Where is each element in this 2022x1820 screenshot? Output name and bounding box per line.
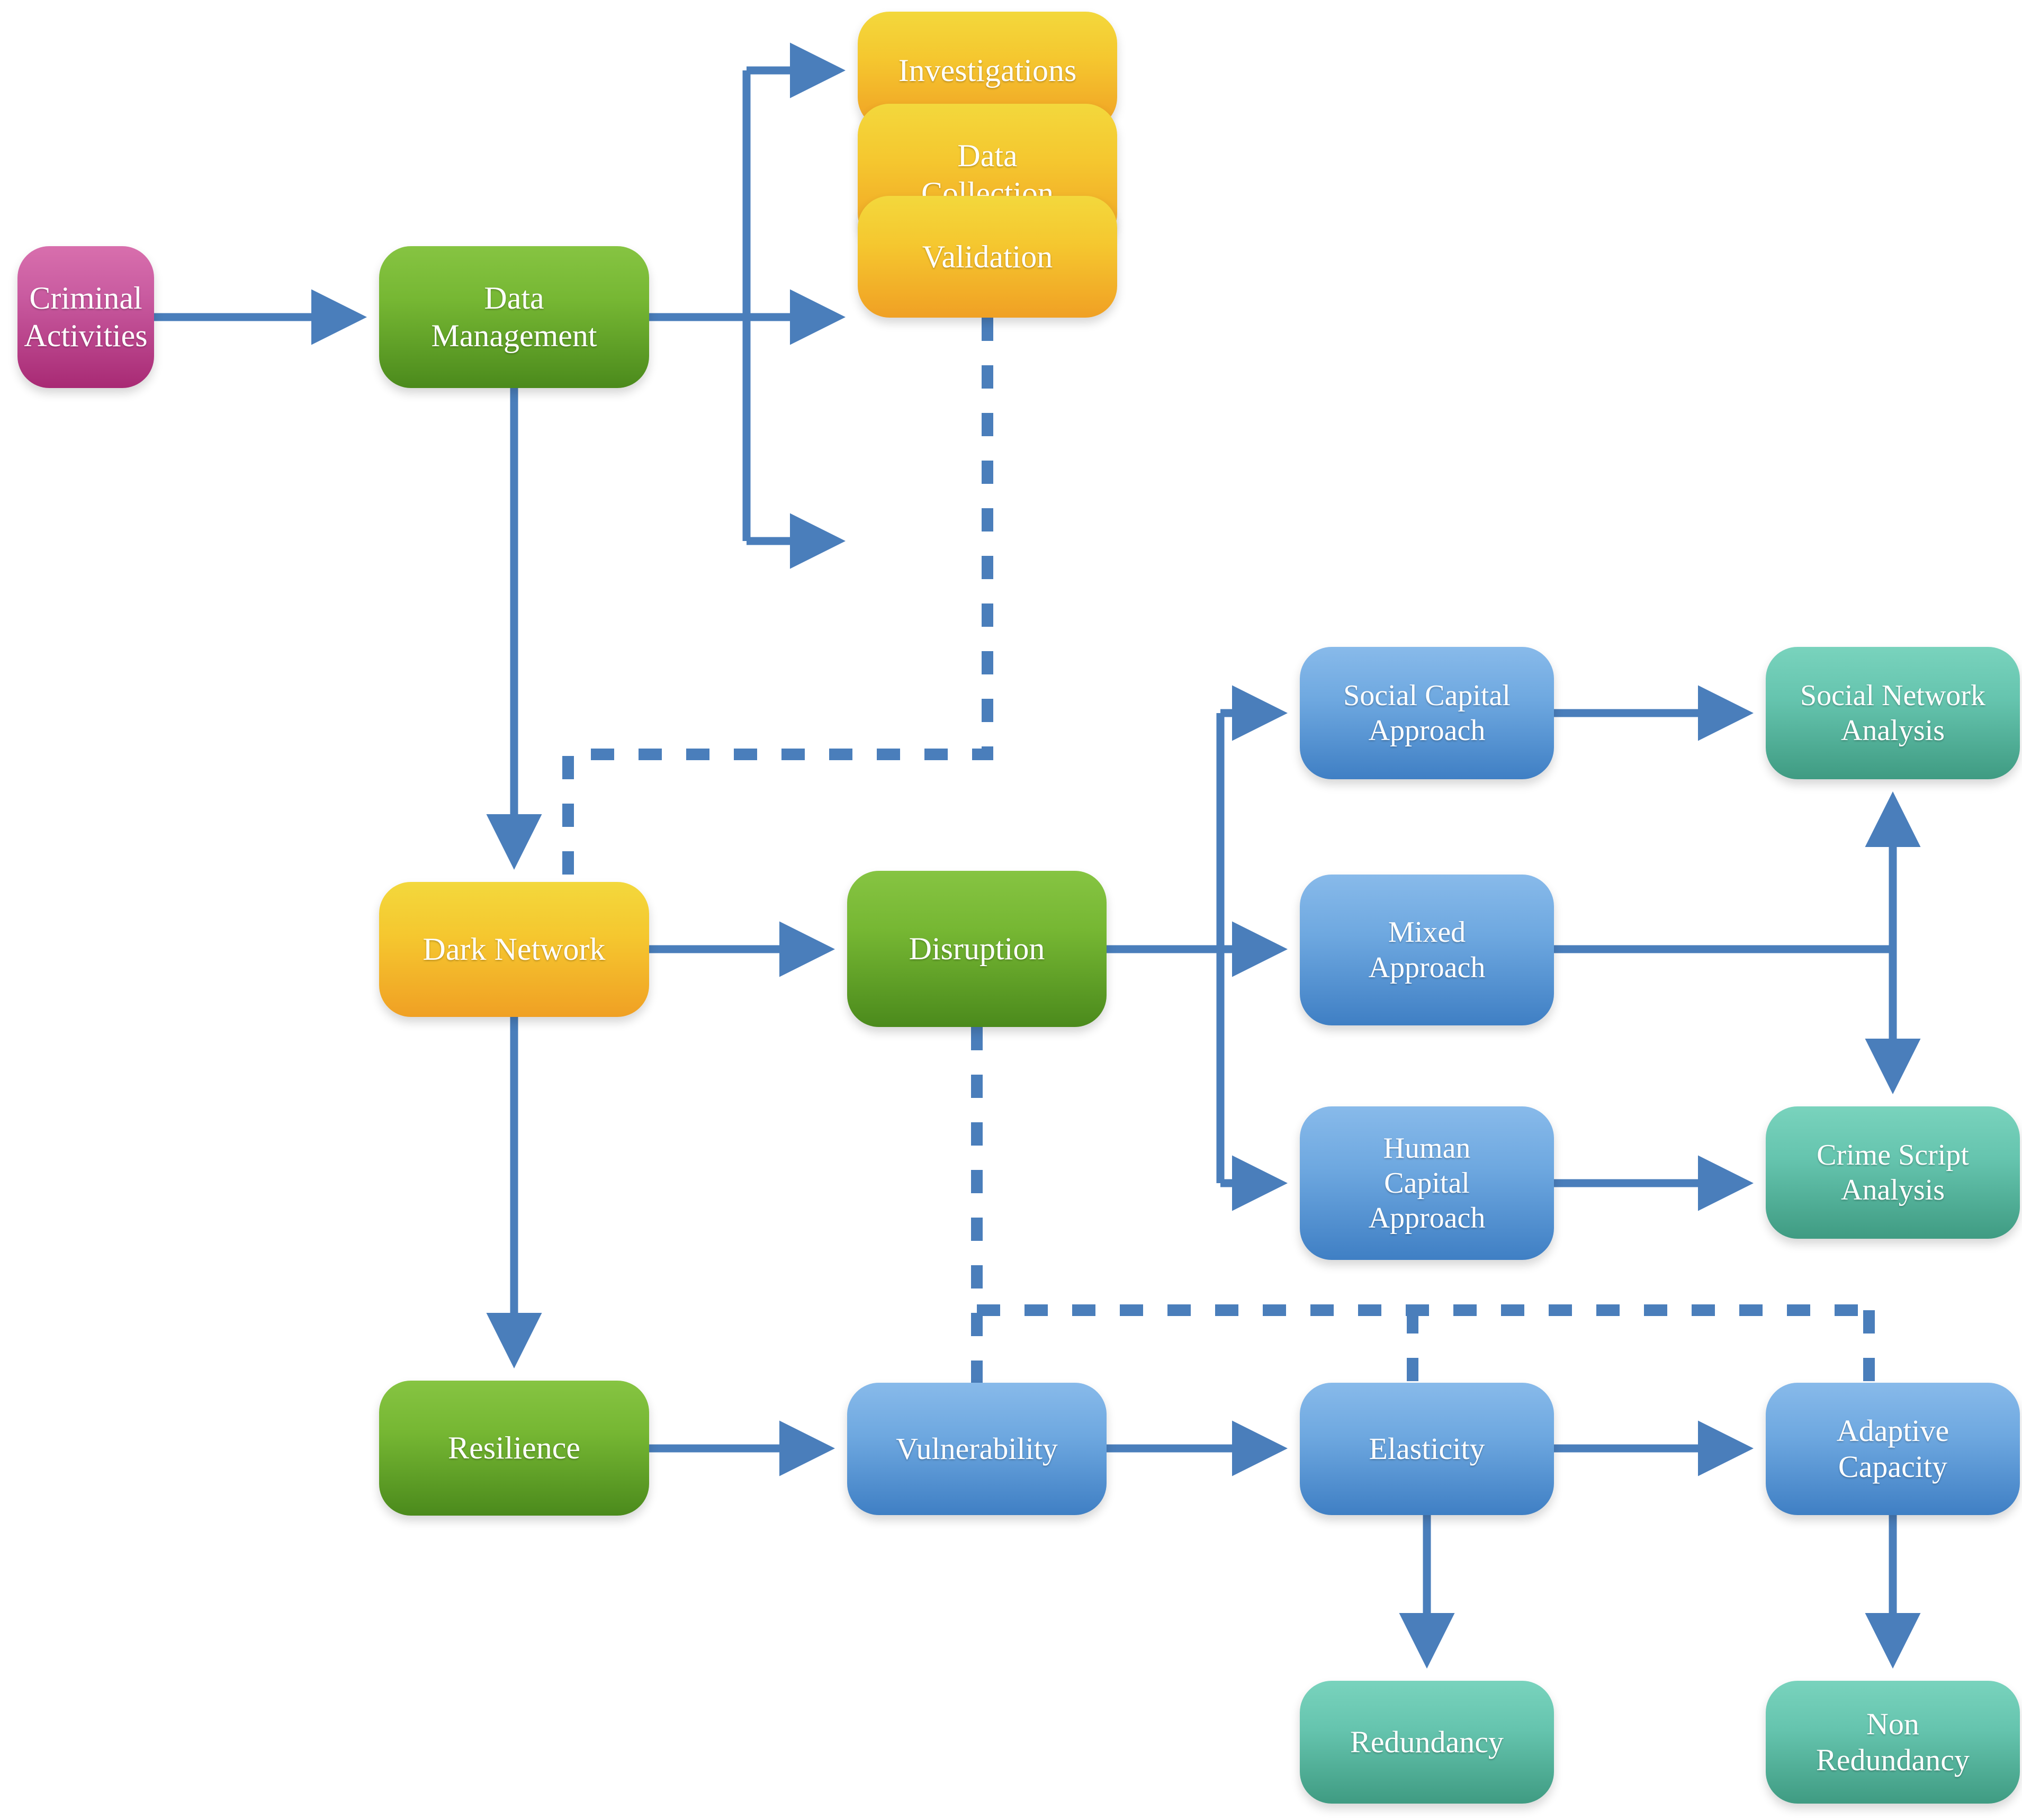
node-label: Adaptive Capacity [1836, 1413, 1949, 1484]
node-label: Criminal Activities [24, 281, 148, 353]
node-label: Disruption [909, 931, 1045, 967]
node-validation[interactable]: Validation [858, 196, 1117, 318]
node-label: Crime Script Analysis [1817, 1138, 1969, 1206]
node-label: Redundancy [1350, 1724, 1504, 1759]
node-label: Investigations [898, 52, 1077, 88]
diagram-canvas: Criminal Activities Data Management Invest… [0, 0, 2022, 1820]
node-label: Non Redundancy [1816, 1706, 1970, 1777]
node-non-redundancy[interactable]: Non Redundancy [1766, 1681, 2020, 1804]
node-adaptive-capacity[interactable]: Adaptive Capacity [1766, 1383, 2020, 1515]
node-mixed-approach[interactable]: Mixed Approach [1300, 875, 1554, 1025]
node-data-management[interactable]: Data Management [379, 246, 649, 388]
edge-validation-to-dark-network [562, 318, 993, 882]
node-label: Social Capital Approach [1343, 679, 1511, 747]
node-criminal-activities[interactable]: Criminal Activities [17, 246, 154, 388]
node-label: Vulnerability [896, 1431, 1058, 1466]
node-label: Dark Network [423, 932, 606, 967]
node-elasticity[interactable]: Elasticity [1300, 1383, 1554, 1515]
node-social-network-analysis[interactable]: Social Network Analysis [1766, 647, 2020, 779]
node-dark-network[interactable]: Dark Network [379, 882, 649, 1017]
node-social-capital-approach[interactable]: Social Capital Approach [1300, 647, 1554, 779]
node-resilience[interactable]: Resilience [379, 1381, 649, 1516]
node-label: Data Management [431, 281, 597, 353]
node-label: Mixed Approach [1368, 916, 1486, 984]
node-label: Resilience [448, 1430, 580, 1466]
node-human-capital-approach[interactable]: Human Capital Approach [1300, 1106, 1554, 1260]
node-disruption[interactable]: Disruption [847, 871, 1107, 1027]
node-redundancy[interactable]: Redundancy [1300, 1681, 1554, 1804]
node-label: Elasticity [1369, 1431, 1485, 1466]
node-label: Human Capital Approach [1368, 1131, 1486, 1235]
node-label: Social Network Analysis [1800, 679, 1985, 747]
node-vulnerability[interactable]: Vulnerability [847, 1383, 1107, 1515]
node-label: Validation [922, 239, 1053, 274]
node-crime-script-analysis[interactable]: Crime Script Analysis [1766, 1106, 2020, 1239]
